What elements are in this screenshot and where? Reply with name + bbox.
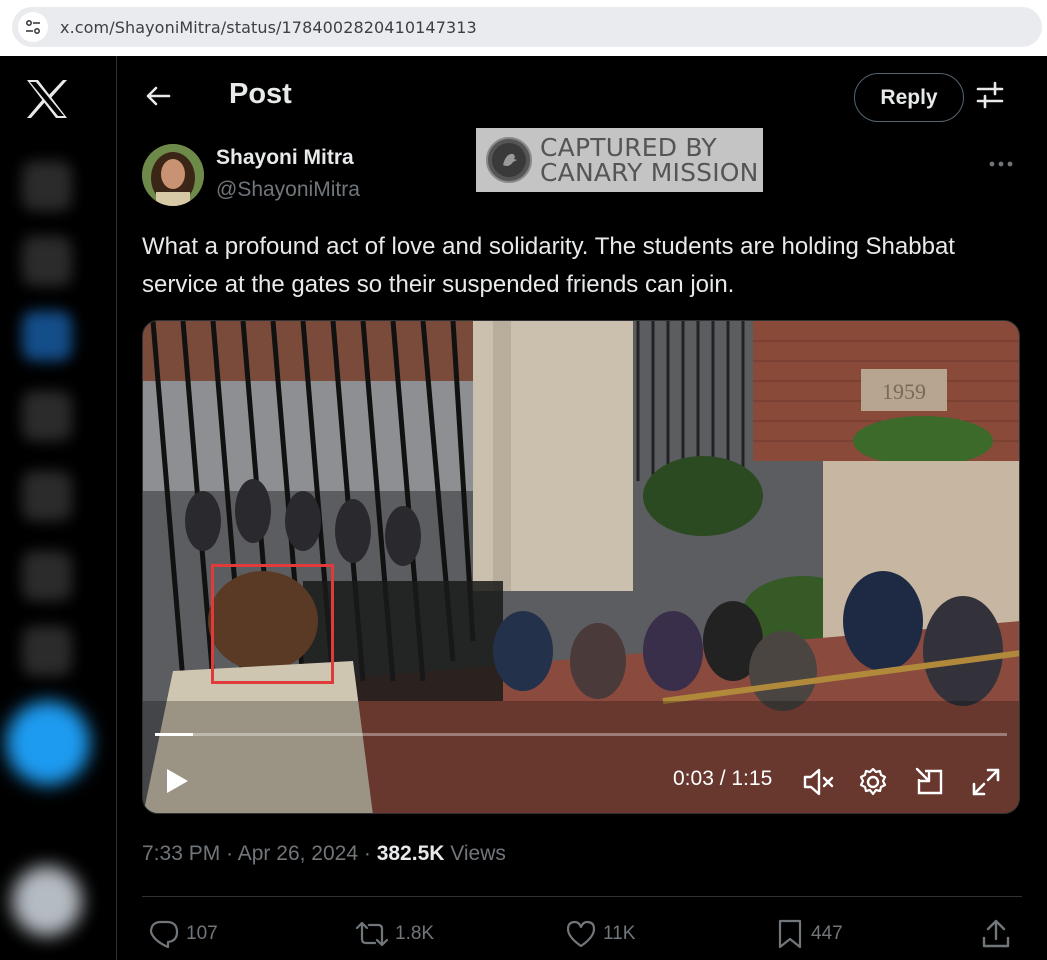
share-action-button[interactable]	[980, 916, 1018, 952]
back-arrow-icon[interactable]	[140, 78, 176, 114]
page-title: Post	[229, 78, 292, 110]
nav-communities-icon[interactable]	[22, 551, 72, 601]
author-avatar[interactable]	[142, 144, 204, 206]
author-handle[interactable]: @ShayoniMitra	[216, 178, 360, 202]
repost-icon	[355, 921, 389, 947]
meta-separator: ·	[226, 842, 234, 865]
divider	[142, 896, 1022, 897]
bookmark-icon	[778, 919, 802, 949]
watermark-line2: CANARY MISSION	[540, 158, 759, 187]
nav-bookmarks-icon[interactable]	[22, 471, 72, 521]
nav-profile-icon[interactable]	[22, 626, 72, 676]
bookmark-action-button[interactable]: 447	[775, 916, 843, 952]
reply-action-button[interactable]: 107	[148, 916, 218, 952]
play-icon[interactable]	[163, 766, 193, 796]
reply-icon	[149, 920, 179, 949]
mute-icon[interactable]	[801, 765, 835, 799]
more-options-icon[interactable]	[988, 148, 1022, 172]
bookmark-count: 447	[811, 923, 843, 944]
watermark-line1: CAPTURED BY	[540, 133, 717, 162]
like-count: 11K	[603, 923, 636, 944]
nav-home-icon[interactable]	[22, 161, 72, 211]
reply-button[interactable]: Reply	[854, 73, 964, 122]
views-label: Views	[450, 842, 506, 865]
repost-action-button[interactable]: 1.8K	[355, 916, 434, 952]
url-text[interactable]: x.com/ShayoniMitra/status/17840028204101…	[60, 18, 477, 37]
highlight-box	[211, 564, 334, 684]
meta-separator-2: ·	[363, 842, 371, 865]
heart-icon	[566, 920, 596, 948]
reply-count: 107	[186, 923, 218, 944]
post-date[interactable]: Apr 26, 2024	[238, 842, 358, 865]
reply-settings-icon[interactable]	[975, 80, 1011, 116]
views-count[interactable]: 382.5K	[377, 842, 445, 865]
nav-explore-icon[interactable]	[22, 236, 72, 286]
nav-messages-icon[interactable]	[22, 391, 72, 441]
repost-count: 1.8K	[395, 923, 435, 944]
post-time[interactable]: 7:33 PM	[142, 842, 220, 865]
settings-gear-icon[interactable]	[856, 765, 890, 799]
video-time: 0:03 / 1:15	[673, 767, 773, 790]
author-name[interactable]: Shayoni Mitra	[216, 146, 354, 170]
plaque-text: 1959	[882, 379, 926, 404]
video-player[interactable]: 1959 0:03 / 1:15	[142, 320, 1020, 814]
sidebar-nav	[0, 56, 117, 960]
site-info-icon[interactable]	[18, 12, 48, 42]
browser-bar: x.com/ShayoniMitra/status/17840028204101…	[0, 0, 1047, 56]
picture-in-picture-icon[interactable]	[913, 765, 947, 799]
watermark-text: CAPTURED BY CANARY MISSION	[540, 135, 759, 185]
fullscreen-icon[interactable]	[969, 765, 1003, 799]
video-progress-fill	[155, 733, 194, 736]
watermark-overlay: CAPTURED BY CANARY MISSION	[476, 128, 763, 192]
post-meta: 7:33 PM · Apr 26, 2024 · 382.5K Views	[142, 842, 506, 866]
x-logo-icon[interactable]	[25, 78, 71, 122]
share-icon	[982, 919, 1010, 948]
nav-notifications-icon[interactable]	[22, 311, 72, 361]
canary-logo-icon	[486, 137, 532, 183]
tweet-text: What a profound act of love and solidari…	[142, 233, 955, 298]
address-bar[interactable]: x.com/ShayoniMitra/status/17840028204101…	[12, 7, 1042, 47]
nav-account-avatar[interactable]	[12, 866, 82, 936]
video-progress-bar[interactable]	[155, 733, 1007, 736]
nav-post-button[interactable]	[6, 701, 90, 785]
like-action-button[interactable]: 11K	[565, 916, 635, 952]
